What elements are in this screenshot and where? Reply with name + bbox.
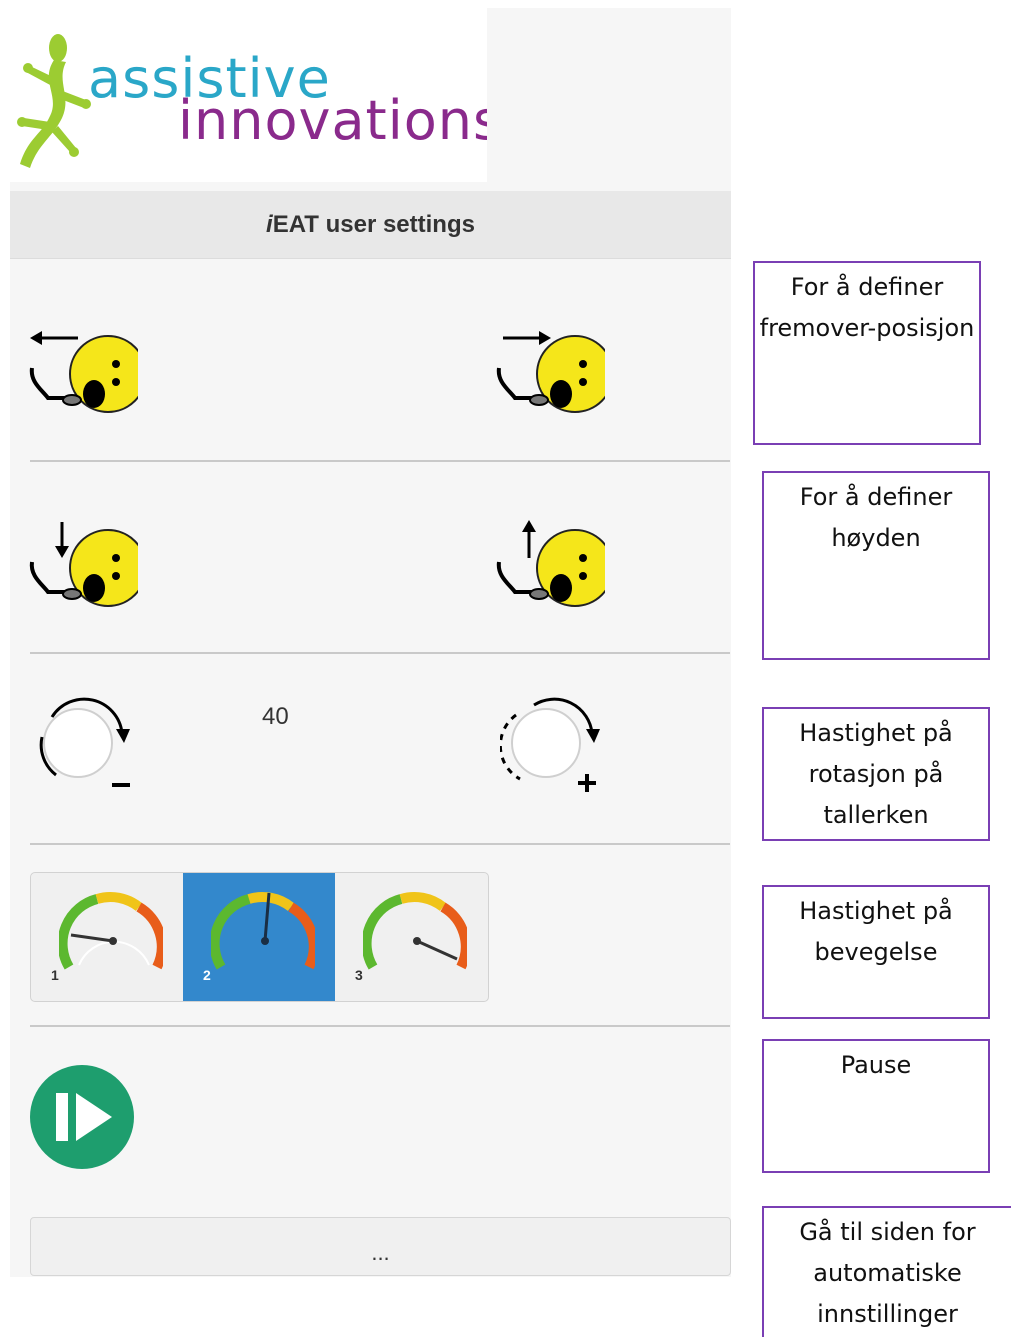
arrow-down-spoon-face-icon [29,522,138,607]
speedometer-icon [59,892,163,970]
position-back-button[interactable] [28,326,138,414]
annotation-note-pause: Pause [762,1039,990,1173]
logo-right-blank [487,8,731,182]
speed-option-2[interactable]: 2 [183,873,335,1001]
gecko-logo-icon [17,34,91,168]
row-divider [30,652,730,654]
page-title: iEAT user settings [266,211,475,238]
more-settings-button[interactable]: ... [30,1217,731,1276]
annotation-note-rotation: Hastighet på rotasjon på tallerken [762,707,990,841]
row-divider [30,1025,730,1027]
row-divider [30,460,730,462]
speedometer-icon [211,892,315,970]
position-forward-button[interactable] [495,326,605,414]
arrow-left-spoon-face-icon [29,331,138,413]
rotate-plus-icon [500,697,600,792]
rotation-minus-button[interactable] [34,697,134,797]
speed-option-label: 2 [203,967,211,983]
pause-button[interactable] [28,1063,136,1171]
logo-area: assistive innovations [10,8,501,182]
annotation-note-position: For å definer fremover-posisjon [753,261,981,445]
row-divider [30,843,730,845]
annotation-note-speed: Hastighet på bevegelse [762,885,990,1019]
speed-selector: 1 2 3 [30,872,489,1002]
arrow-up-spoon-face-icon [496,520,605,607]
speed-option-label: 1 [51,967,59,983]
height-up-button[interactable] [495,518,605,608]
speed-option-3[interactable]: 3 [335,873,487,1001]
rotation-plus-button[interactable] [500,697,604,797]
pause-play-icon [30,1065,134,1169]
logo-text-innovations: innovations [178,89,503,152]
speed-option-label: 3 [355,967,363,983]
rotation-speed-value: 40 [262,703,289,730]
rotate-minus-icon [39,697,130,787]
annotation-note-automatic: Gå til siden for automatiske innstilling… [762,1206,1011,1337]
annotation-note-height: For å definer høyden [762,471,990,660]
speedometer-icon [363,892,467,970]
height-down-button[interactable] [28,518,138,608]
speed-option-1[interactable]: 1 [31,873,183,1001]
arrow-right-spoon-face-icon [496,331,605,413]
